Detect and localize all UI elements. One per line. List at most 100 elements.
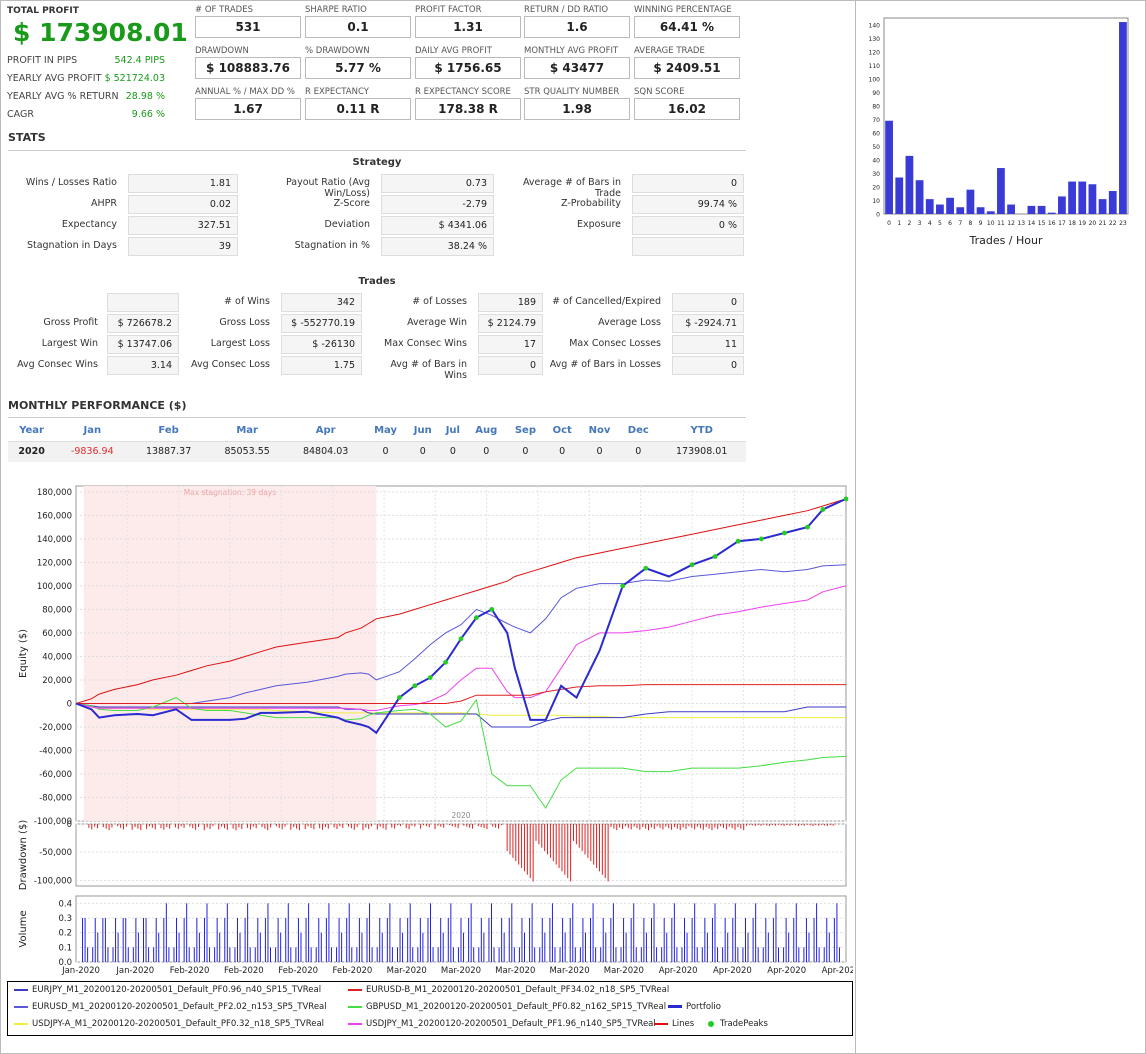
date-tick-label: Mar-2020 <box>549 966 589 976</box>
metric-value: 64.41 % <box>634 16 740 38</box>
trades-value: 0 <box>672 356 744 375</box>
trades-label: Gross Loss <box>219 317 270 328</box>
legend-line-swatch <box>14 1005 28 1008</box>
trade-peak-dot <box>805 524 810 530</box>
monthly-value-cell: 0 <box>364 440 407 462</box>
drawdown-y-tick: 0 <box>67 820 72 830</box>
strategy-value: 0.73 <box>381 174 494 193</box>
legend-line-swatch <box>348 1022 362 1025</box>
monthly-header-row: Year Jan Feb Mar Apr May Jun Jul Aug Sep Oct Nov Dec… <box>8 420 746 441</box>
equity-y-tick: 40,000 <box>42 652 72 662</box>
x-tick-label: 14 <box>1028 220 1036 227</box>
monthly-value-cell: 0 <box>439 440 467 462</box>
equity-y-tick: 160,000 <box>37 511 72 521</box>
x-tick-label: 4 <box>928 220 932 227</box>
trades-value: $ 13747.06 <box>107 335 179 354</box>
x-tick-label: 11 <box>997 220 1005 227</box>
equity-y-tick: 0 <box>67 699 72 709</box>
hour-bar <box>956 207 965 214</box>
hour-bar <box>925 199 934 214</box>
legend-dot-swatch <box>708 1020 714 1027</box>
x-tick-label: 10 <box>987 220 995 227</box>
date-tick-label: Apr-2020 <box>767 966 806 976</box>
hour-bar <box>1108 191 1117 214</box>
x-tick-label: 15 <box>1038 220 1046 227</box>
y-tick-label: 90 <box>872 90 880 97</box>
monthly-header-cell: Nov <box>588 424 611 436</box>
hour-bar <box>1047 212 1056 214</box>
strategy-value: 327.51 <box>128 216 238 235</box>
metric-value: 1.31 <box>415 16 521 38</box>
monthly-data-row: 2020 -9836.94 13887.37 85053.55 84804.03 0 0 0 0… <box>8 440 746 462</box>
monthly-header-cell: YTD <box>690 424 713 436</box>
trades-value: 11 <box>672 335 744 354</box>
metric-value: 0.11 R <box>305 98 411 120</box>
trades-label: # of Cancelled/Expired <box>552 296 661 307</box>
metric-label: AVERAGE TRADE <box>634 46 705 56</box>
x-tick-label: 22 <box>1109 220 1117 227</box>
x-tick-label: 16 <box>1048 220 1056 227</box>
volume-y-tick: 0.2 <box>58 929 72 939</box>
summary-value: 9.66 % <box>131 109 165 120</box>
trades-label: # of Losses <box>412 296 467 307</box>
trades-value: $ 726678.2 <box>107 314 179 333</box>
equity-y-tick: 100,000 <box>37 582 72 592</box>
trade-peak-dot <box>843 496 849 502</box>
trades-label: Largest Loss <box>210 338 270 349</box>
trades-value: 0 <box>672 293 744 312</box>
volume-y-tick: 0.4 <box>58 899 72 909</box>
date-tick-label: Apr-2020 <box>822 966 853 976</box>
y-tick-label: 100 <box>869 76 881 83</box>
drawdown-y-tick: -50,000 <box>39 848 72 858</box>
equity-y-label: Equity ($) <box>18 629 29 678</box>
trades-label: Max Consec Losses <box>569 338 661 349</box>
trade-peak-dot <box>474 615 479 621</box>
equity-y-tick: -40,000 <box>39 746 72 756</box>
summary-value: 542.4 PIPS <box>114 55 165 66</box>
total-profit-value: $ 173908.01 <box>13 18 188 47</box>
metric-value: $ 1756.65 <box>415 57 521 79</box>
legend-label: Lines <box>672 1019 695 1029</box>
strategy-label: Payout Ratio (Avg Win/Loss) <box>285 177 370 199</box>
metric-value: $ 2409.51 <box>634 57 740 79</box>
trades-value: $ -2924.71 <box>672 314 744 333</box>
volume-y-label: Volume <box>18 910 29 947</box>
equity-y-tick: 60,000 <box>42 629 72 639</box>
drawdown-y-tick: -100,000 <box>34 876 72 886</box>
trade-peak-dot <box>820 507 826 512</box>
equity-y-tick: 180,000 <box>37 488 72 498</box>
date-tick-label: Mar-2020 <box>441 966 481 976</box>
metric-value: 178.38 R <box>415 98 521 120</box>
trades-label: # of Wins <box>224 296 270 307</box>
trade-peak-dot <box>735 538 741 544</box>
date-tick-label: Apr-2020 <box>713 966 752 976</box>
stats-divider <box>8 150 746 151</box>
hour-bar <box>1098 199 1107 214</box>
monthly-value-cell: 0 <box>506 440 545 462</box>
trades-label: Avg Consec Wins <box>17 359 98 370</box>
hour-bar <box>915 180 924 214</box>
summary-label: YEARLY AVG PROFIT <box>7 73 102 84</box>
trade-peak-dot <box>782 530 787 536</box>
hour-bar <box>905 155 914 214</box>
y-tick-label: 40 <box>872 157 880 164</box>
x-tick-label: 13 <box>1017 220 1025 227</box>
trades-label: Largest Win <box>41 338 98 349</box>
strategy-label: Wins / Losses Ratio <box>25 177 117 188</box>
strategy-value: 1.81 <box>128 174 238 193</box>
strategy-value: -2.79 <box>381 195 494 214</box>
strategy-value: 0 % <box>632 216 744 235</box>
legend-label: TradePeaks <box>720 1019 768 1029</box>
hour-bar <box>936 204 944 214</box>
hour-bar <box>885 120 893 214</box>
metric-label: DAILY AVG PROFIT <box>415 46 492 56</box>
legend-label: USDJPY-A_M1_20200120-20200501_Default_PF… <box>32 1019 325 1029</box>
metric-label: PROFIT FACTOR <box>415 5 482 15</box>
metric-label: # OF TRADES <box>195 5 253 15</box>
metric-cell: DRAWDOWN $ 108883.76 <box>195 46 301 79</box>
metric-value: 16.02 <box>634 98 740 120</box>
monthly-value-cell: 0 <box>579 440 620 462</box>
monthly-value-cell: 13887.37 <box>129 440 208 462</box>
trade-peak-dot <box>427 675 433 680</box>
strategy-title: Strategy <box>352 157 402 168</box>
